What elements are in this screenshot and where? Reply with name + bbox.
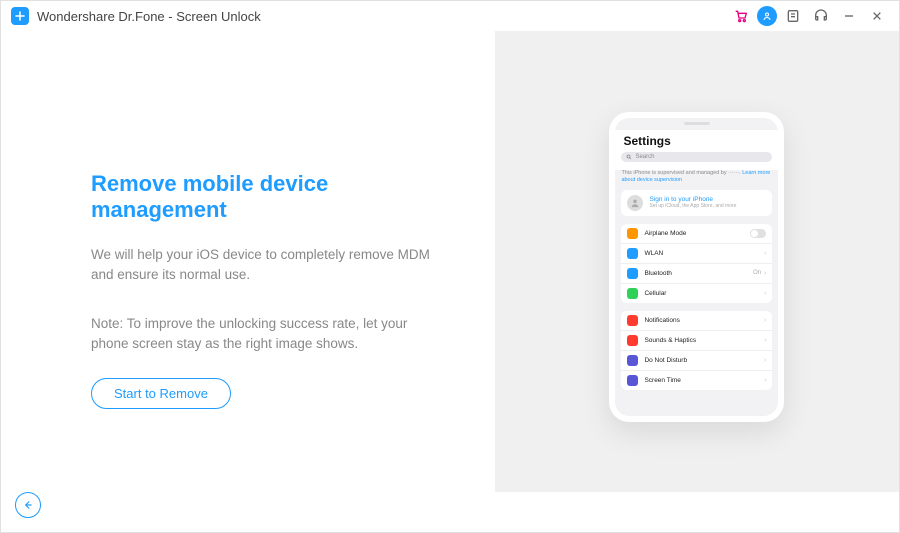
phone-group-connectivity: Airplane Mode WLAN › Bluetooth On› bbox=[621, 224, 772, 303]
row-screentime: Screen Time› bbox=[621, 371, 772, 390]
phone-mockup: Settings Search This iPhone is supervise… bbox=[609, 112, 784, 422]
description-text: We will help your iOS device to complete… bbox=[91, 245, 447, 286]
row-dnd: Do Not Disturb› bbox=[621, 351, 772, 371]
mdm-banner: This iPhone is supervised and managed by… bbox=[621, 170, 772, 184]
phone-signin-row: Sign in to your iPhone Set up iCloud, th… bbox=[621, 190, 772, 216]
app-logo-icon bbox=[11, 7, 29, 25]
app-title: Wondershare Dr.Fone - Screen Unlock bbox=[37, 9, 261, 24]
phone-search-box: Search bbox=[621, 152, 772, 162]
minimize-button[interactable] bbox=[837, 4, 861, 28]
start-remove-button[interactable]: Start to Remove bbox=[91, 378, 231, 409]
row-wlan: WLAN › bbox=[621, 244, 772, 264]
close-button[interactable] bbox=[865, 4, 889, 28]
support-icon[interactable] bbox=[809, 4, 833, 28]
avatar-icon bbox=[627, 195, 643, 211]
row-cellular: Cellular › bbox=[621, 284, 772, 303]
phone-settings-title: Settings bbox=[615, 130, 778, 152]
page-title: Remove mobile device management bbox=[91, 171, 447, 223]
back-button[interactable] bbox=[15, 492, 41, 518]
row-sounds: Sounds & Haptics› bbox=[621, 331, 772, 351]
row-bluetooth: Bluetooth On› bbox=[621, 264, 772, 284]
row-notifications: Notifications› bbox=[621, 311, 772, 331]
row-airplane: Airplane Mode bbox=[621, 224, 772, 244]
cart-icon[interactable] bbox=[729, 4, 753, 28]
note-text: Note: To improve the unlocking success r… bbox=[91, 314, 447, 355]
phone-group-alerts: Notifications› Sounds & Haptics› Do Not … bbox=[621, 311, 772, 390]
feedback-icon[interactable] bbox=[781, 4, 805, 28]
toggle-icon bbox=[750, 229, 766, 238]
account-icon[interactable] bbox=[757, 6, 777, 26]
